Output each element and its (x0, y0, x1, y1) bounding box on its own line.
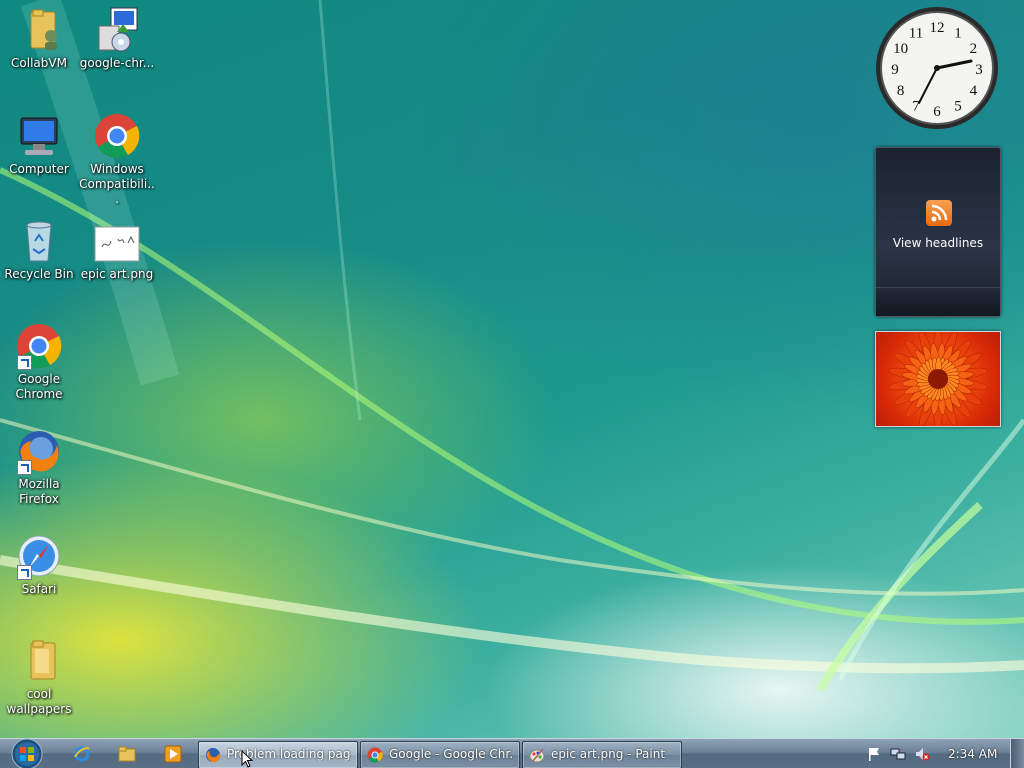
desktop-icon-mozilla-firefox[interactable]: Mozilla Firefox (0, 427, 78, 507)
clock-numeral: 5 (954, 98, 962, 114)
clock-numeral: 11 (909, 26, 923, 42)
clock-numeral: 1 (954, 26, 962, 42)
desktop-icon-label: google-chr... (79, 56, 155, 70)
rss-icon (926, 200, 952, 226)
clock-face: 12 1234567891011 (876, 7, 998, 129)
task-button-chrome[interactable]: Google - Google Chr... (360, 741, 520, 768)
clock-numeral: 12 (930, 20, 945, 36)
clock-numeral: 9 (891, 62, 899, 78)
chrome-icon (93, 112, 141, 160)
view-headlines-label[interactable]: View headlines (876, 236, 1000, 250)
wallpaper-waves (0, 0, 1024, 692)
desktop-icon-label: Safari (21, 582, 57, 596)
clock-numeral: 3 (975, 62, 983, 78)
explorer-folder-icon[interactable] (118, 745, 136, 763)
firefox-icon (15, 427, 63, 475)
desktop-icon-label: Windows Compatibili... (79, 162, 155, 206)
task-button-firefox[interactable]: Problem loading pag... (198, 741, 358, 768)
desktop-icon-safari[interactable]: Safari (0, 532, 78, 597)
show-desktop-button[interactable] (1010, 739, 1024, 768)
clock-numeral: 2 (970, 41, 978, 57)
desktop-icon-label: Recycle Bin (4, 267, 74, 281)
desktop-icon-label: Google Chrome (15, 372, 63, 401)
task-label: epic art.png - Paint (551, 747, 666, 761)
recycle-bin-icon (15, 217, 63, 265)
computer-icon (15, 112, 63, 160)
desktop-icon-recycle-bin[interactable]: Recycle Bin (0, 217, 78, 282)
firefox-icon (205, 747, 221, 763)
volume-muted-icon[interactable] (914, 746, 930, 762)
paint-icon (529, 747, 545, 763)
flag-icon[interactable] (866, 746, 882, 762)
desktop-icon-label: epic art.png (80, 267, 154, 281)
desktop-icon-label: CollabVM (11, 56, 67, 70)
task-label: Google - Google Chr... (389, 747, 513, 761)
desktop-icon-collabvm[interactable]: CollabVM (0, 6, 78, 71)
feed-headlines-gadget[interactable]: View headlines (875, 147, 1001, 317)
desktop-icon-google-chrome-installer[interactable]: google-chr... (78, 6, 156, 71)
shortcut-arrow-icon (17, 565, 32, 580)
clock-gadget[interactable]: 12 1 2 3 4 5 6 7 8 9 10 11 (875, 6, 999, 130)
shortcut-arrow-icon (17, 355, 32, 370)
system-tray: 2:34 AM (860, 741, 1008, 767)
tray-clock[interactable]: 2:34 AM (948, 747, 997, 761)
feed-gadget-footer (876, 287, 1000, 316)
desktop-icon-label: Mozilla Firefox (18, 477, 60, 506)
folder-user-icon (15, 6, 63, 54)
mouse-cursor-icon (241, 750, 253, 768)
shortcut-arrow-icon (17, 460, 32, 475)
slideshow-flower-image (888, 332, 988, 426)
desktop-icon-computer[interactable]: Computer (0, 112, 78, 177)
desktop-icon-label: Computer (9, 162, 69, 176)
desktop-icon-cool-wallpapers[interactable]: cool wallpapers (0, 637, 78, 717)
desktop-icon-windows-compatibility[interactable]: Windows Compatibili... (78, 112, 156, 207)
folder-icon (15, 637, 63, 685)
media-player-icon[interactable] (164, 745, 182, 763)
clock-numeral: 10 (893, 41, 908, 57)
chrome-icon (15, 322, 63, 370)
desktop[interactable]: CollabVM google-chr... Computer Windows … (0, 0, 1024, 738)
taskbar: Problem loading pag... Google - Google C… (0, 738, 1024, 768)
task-button-paint[interactable]: epic art.png - Paint (522, 741, 682, 768)
installer-icon (93, 6, 141, 54)
windows-orb-icon (11, 738, 43, 768)
desktop-icon-label: cool wallpapers (6, 687, 72, 716)
clock-numeral: 6 (933, 104, 941, 120)
clock-numeral: 8 (897, 83, 905, 99)
desktop-icon-google-chrome[interactable]: Google Chrome (0, 322, 78, 402)
safari-icon (15, 532, 63, 580)
slideshow-gadget[interactable] (875, 331, 1001, 427)
image-file-icon (94, 217, 140, 265)
desktop-icon-epic-art[interactable]: epic art.png (78, 217, 156, 282)
start-button[interactable] (2, 737, 48, 768)
clock-numeral: 4 (970, 83, 978, 99)
internet-explorer-icon[interactable] (73, 745, 91, 763)
network-icon[interactable] (890, 746, 906, 762)
chrome-icon (367, 747, 383, 763)
